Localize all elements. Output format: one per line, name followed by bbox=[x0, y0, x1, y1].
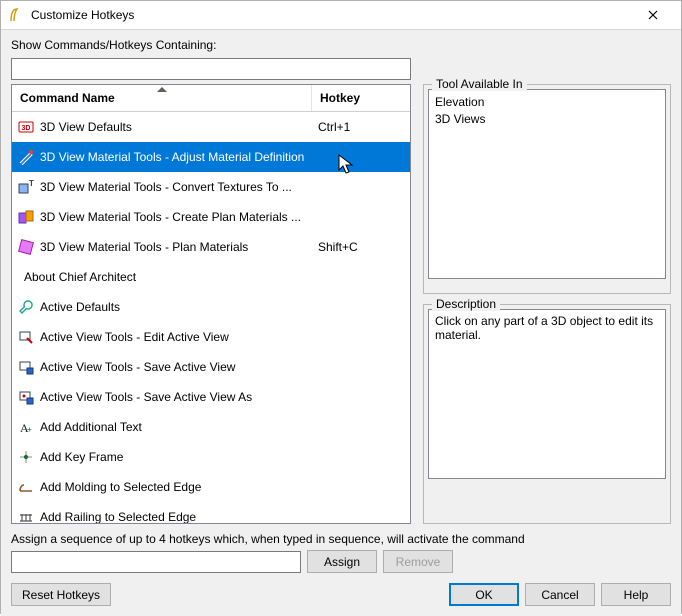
table-row[interactable]: About Chief Architect bbox=[12, 262, 410, 292]
wrench-icon bbox=[18, 299, 34, 315]
dialog-buttons: OK Cancel Help bbox=[449, 583, 671, 606]
description-group: Description Click on any part of a 3D ob… bbox=[423, 304, 671, 524]
table-row[interactable]: 3D View Material Tools - Plan Materials S… bbox=[12, 232, 410, 262]
grid-body[interactable]: 3D 3D View Defaults Ctrl+1 3D View Material… bbox=[12, 112, 410, 523]
filter-input[interactable] bbox=[11, 58, 411, 80]
assign-button[interactable]: Assign bbox=[307, 550, 377, 573]
table-row[interactable]: 3D View Material Tools - Create Plan Mat… bbox=[12, 202, 410, 232]
material-create-icon bbox=[18, 209, 34, 225]
command-list-column: Command Name Hotkey 3D 3D View Defaults Ct… bbox=[11, 84, 411, 524]
command-name-text: About Chief Architect bbox=[24, 270, 136, 284]
3d-icon: 3D bbox=[18, 119, 34, 135]
help-button[interactable]: Help bbox=[601, 583, 671, 606]
command-name-text: 3D View Material Tools - Convert Texture… bbox=[40, 180, 292, 194]
hotkey-cell: Ctrl+1 bbox=[312, 120, 410, 134]
command-name-cell: T 3D View Material Tools - Convert Textur… bbox=[12, 179, 312, 195]
command-name-cell: 3D View Material Tools - Create Plan Mat… bbox=[12, 209, 312, 225]
tool-available-item: 3D Views bbox=[435, 111, 659, 128]
command-name-cell: Active Defaults bbox=[12, 299, 312, 315]
material-adjust-icon bbox=[18, 149, 34, 165]
table-row[interactable]: 3D 3D View Defaults Ctrl+1 bbox=[12, 112, 410, 142]
svg-text:+: + bbox=[27, 425, 32, 434]
description-text: Click on any part of a 3D object to edit… bbox=[428, 309, 666, 479]
command-name-cell: Active View Tools - Save Active View bbox=[12, 359, 312, 375]
command-name-cell: Add Molding to Selected Edge bbox=[12, 479, 312, 495]
filter-label: Show Commands/Hotkeys Containing: bbox=[11, 38, 671, 52]
grid-header: Command Name Hotkey bbox=[12, 85, 410, 112]
command-name-text: 3D View Defaults bbox=[40, 120, 132, 134]
command-name-text: 3D View Material Tools - Adjust Material… bbox=[40, 150, 304, 164]
tool-available-list: Elevation3D Views bbox=[428, 89, 666, 279]
table-row[interactable]: Add Molding to Selected Edge bbox=[12, 472, 410, 502]
command-grid: Command Name Hotkey 3D 3D View Defaults Ct… bbox=[11, 84, 411, 524]
bottom-bar: Reset Hotkeys OK Cancel Help bbox=[11, 583, 671, 606]
command-name-text: Active Defaults bbox=[40, 300, 120, 314]
window-title: Customize Hotkeys bbox=[31, 8, 633, 22]
command-name-text: 3D View Material Tools - Plan Materials bbox=[40, 240, 248, 254]
tool-available-item: Elevation bbox=[435, 94, 659, 111]
command-name-text: Active View Tools - Edit Active View bbox=[40, 330, 229, 344]
command-name-text: Active View Tools - Save Active View As bbox=[40, 390, 252, 404]
ok-button[interactable]: OK bbox=[449, 583, 519, 606]
command-name-cell: Add Railing to Selected Edge bbox=[12, 509, 312, 523]
material-plan-icon bbox=[18, 239, 34, 255]
header-command-name[interactable]: Command Name bbox=[12, 85, 312, 111]
material-convert-icon: T bbox=[18, 179, 34, 195]
table-row[interactable]: T 3D View Material Tools - Convert Textur… bbox=[12, 172, 410, 202]
table-row[interactable]: Add Key Frame bbox=[12, 442, 410, 472]
remove-button[interactable]: Remove bbox=[383, 550, 453, 573]
app-icon bbox=[9, 7, 25, 23]
table-row[interactable]: Add Railing to Selected Edge bbox=[12, 502, 410, 523]
hotkey-input[interactable] bbox=[11, 551, 301, 573]
customize-hotkeys-window: Customize Hotkeys Show Commands/Hotkeys … bbox=[0, 0, 682, 614]
table-row[interactable]: Active View Tools - Save Active View As bbox=[12, 382, 410, 412]
molding-icon bbox=[18, 479, 34, 495]
command-name-cell: 3D View Material Tools - Adjust Material… bbox=[12, 149, 312, 165]
command-name-cell: A+ Add Additional Text bbox=[12, 419, 312, 435]
command-name-text: Add Railing to Selected Edge bbox=[40, 510, 196, 523]
railing-icon bbox=[18, 509, 34, 523]
command-name-cell: About Chief Architect bbox=[12, 270, 312, 284]
table-row[interactable]: Active View Tools - Save Active View bbox=[12, 352, 410, 382]
command-name-text: Add Additional Text bbox=[40, 420, 142, 434]
close-button[interactable] bbox=[633, 1, 673, 29]
command-name-text: 3D View Material Tools - Create Plan Mat… bbox=[40, 210, 301, 224]
command-name-cell: Active View Tools - Edit Active View bbox=[12, 329, 312, 345]
command-name-text: Add Key Frame bbox=[40, 450, 123, 464]
main-row: Command Name Hotkey 3D 3D View Defaults Ct… bbox=[11, 84, 671, 524]
titlebar: Customize Hotkeys bbox=[1, 1, 681, 30]
command-name-cell: 3D 3D View Defaults bbox=[12, 119, 312, 135]
table-row[interactable]: Active Defaults bbox=[12, 292, 410, 322]
svg-text:T: T bbox=[29, 179, 34, 188]
description-legend: Description bbox=[432, 297, 500, 311]
tool-available-group: Tool Available In Elevation3D Views bbox=[423, 84, 671, 294]
assign-label: Assign a sequence of up to 4 hotkeys whi… bbox=[11, 532, 671, 546]
table-row[interactable]: Active View Tools - Edit Active View bbox=[12, 322, 410, 352]
header-hotkey[interactable]: Hotkey bbox=[312, 85, 410, 111]
command-name-text: Add Molding to Selected Edge bbox=[40, 480, 201, 494]
reset-hotkeys-button[interactable]: Reset Hotkeys bbox=[11, 583, 111, 606]
view-edit-icon bbox=[18, 329, 34, 345]
command-name-cell: 3D View Material Tools - Plan Materials bbox=[12, 239, 312, 255]
hotkey-cell: Shift+C bbox=[312, 240, 410, 254]
assign-controls: Assign Remove bbox=[11, 550, 671, 573]
right-column: Tool Available In Elevation3D Views Desc… bbox=[423, 84, 671, 524]
keyframe-icon bbox=[18, 449, 34, 465]
cancel-button[interactable]: Cancel bbox=[525, 583, 595, 606]
view-saveas-icon bbox=[18, 389, 34, 405]
dialog-content: Show Commands/Hotkeys Containing: Comman… bbox=[1, 30, 681, 616]
svg-text:3D: 3D bbox=[22, 125, 31, 132]
table-row[interactable]: A+ Add Additional Text bbox=[12, 412, 410, 442]
text-icon: A+ bbox=[18, 419, 34, 435]
tool-available-legend: Tool Available In bbox=[432, 77, 527, 91]
command-name-text: Active View Tools - Save Active View bbox=[40, 360, 235, 374]
assign-section: Assign a sequence of up to 4 hotkeys whi… bbox=[11, 532, 671, 573]
command-name-cell: Active View Tools - Save Active View As bbox=[12, 389, 312, 405]
view-save-icon bbox=[18, 359, 34, 375]
command-name-cell: Add Key Frame bbox=[12, 449, 312, 465]
table-row[interactable]: 3D View Material Tools - Adjust Material… bbox=[12, 142, 410, 172]
